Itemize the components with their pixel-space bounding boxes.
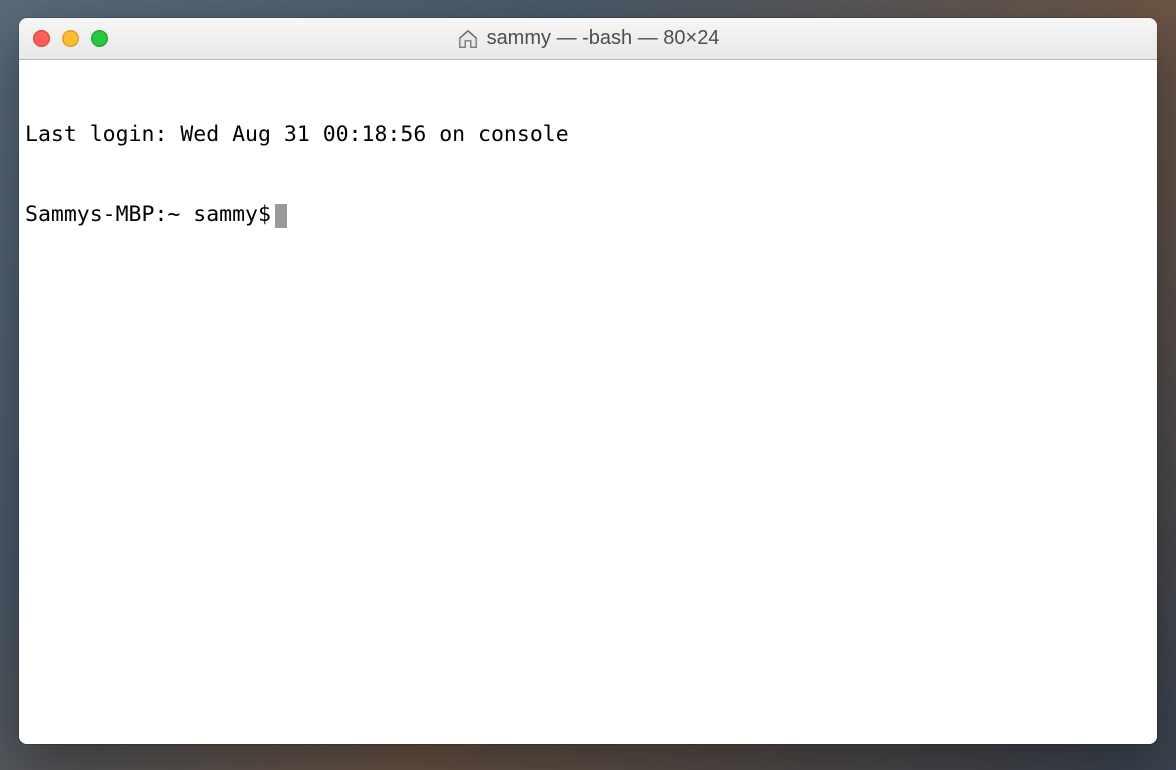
terminal-body[interactable]: Last login: Wed Aug 31 00:18:56 on conso… (19, 60, 1157, 744)
shell-prompt: Sammys-MBP:~ sammy$ (25, 202, 271, 229)
window-title: sammy — -bash — 80×24 (487, 27, 720, 50)
last-login-line: Last login: Wed Aug 31 00:18:56 on conso… (25, 122, 1151, 149)
window-title-container: sammy — -bash — 80×24 (19, 27, 1157, 50)
close-button[interactable] (33, 30, 50, 47)
minimize-button[interactable] (62, 30, 79, 47)
maximize-button[interactable] (91, 30, 108, 47)
cursor (275, 204, 287, 228)
terminal-window: sammy — -bash — 80×24 Last login: Wed Au… (19, 18, 1157, 744)
home-icon (457, 28, 479, 50)
traffic-lights (19, 30, 108, 47)
titlebar[interactable]: sammy — -bash — 80×24 (19, 18, 1157, 60)
prompt-line: Sammys-MBP:~ sammy$ (25, 202, 1151, 229)
